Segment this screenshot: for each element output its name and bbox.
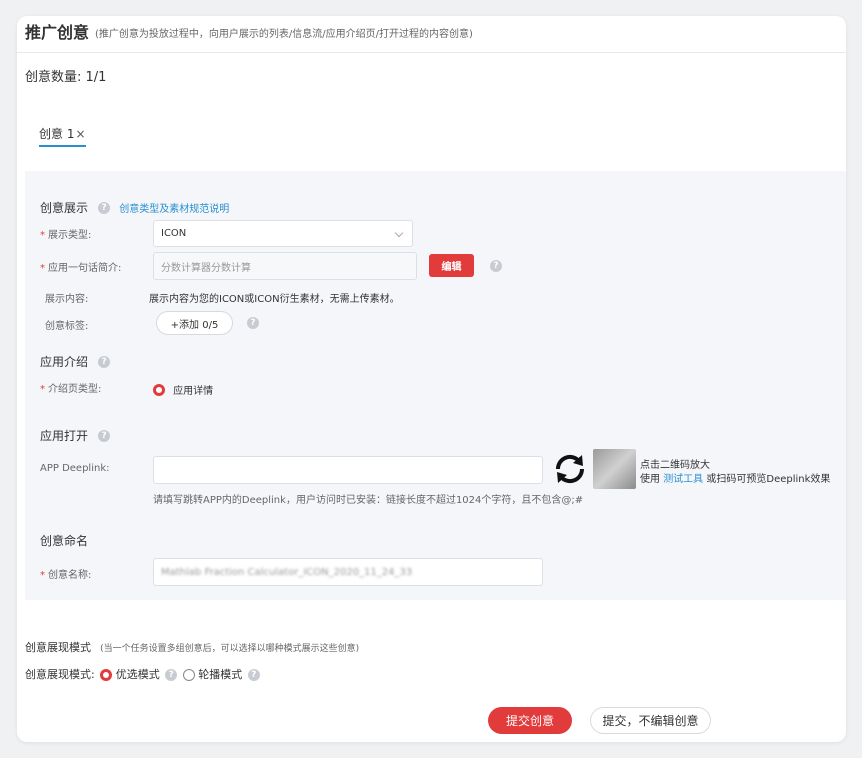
test-tool-link[interactable]: 测试工具 [663, 474, 703, 485]
help-icon[interactable]: ? [165, 669, 178, 681]
radio-selected-icon[interactable] [100, 669, 113, 681]
deeplink-input[interactable] [153, 456, 543, 484]
name-value: Mathlab Fraction Calculator_ICON_2020_11… [161, 566, 413, 578]
page-description: (推广创意为投放过程中，向用户展示的列表/信息流/应用介绍页/打开过程的内容创意… [95, 29, 473, 40]
display-type-label: * 展示类型: [40, 230, 92, 241]
tab-creative-1[interactable]: 创意 1× [39, 125, 86, 147]
submit-no-edit-button[interactable]: 提交，不编辑创意 [590, 707, 711, 734]
help-icon[interactable]: ? [98, 355, 111, 368]
open-section-title: 应用打开 ? [40, 425, 111, 444]
open-title: 应用打开 [40, 429, 89, 443]
display-section-title: 创意展示 ? 创意类型及素材规范说明 [40, 197, 229, 216]
intro-title: 应用介绍 [40, 355, 89, 369]
creative-panel: 创意展示 ? 创意类型及素材规范说明 * 展示类型: ICON * 应用一句话简介:… [25, 171, 846, 600]
tags-label: 创意标签: [45, 321, 89, 332]
mode-option-rotation[interactable]: 轮播模式 [198, 668, 242, 681]
tab-label: 创意 1 [39, 127, 75, 141]
qr-code-image[interactable] [593, 449, 636, 489]
display-title: 创意展示 [40, 201, 89, 215]
content-label: 展示内容: [45, 294, 89, 305]
qr-hint-1: 点击二维码放大 [640, 460, 710, 471]
mode-section-title: 创意展现模式 (当一个任务设置多组创意后，可以选择以哪种模式展示这些创意) [25, 636, 359, 655]
submit-button[interactable]: 提交创意 [488, 707, 572, 734]
mode-row: 创意展现模式: 优选模式 ? 轮播模式 ? [25, 666, 260, 682]
naming-title: 创意命名 [40, 534, 89, 548]
intro-value: 分数计算器分数计算 [161, 262, 251, 274]
page-type-radio[interactable]: 应用详情 [153, 379, 213, 398]
display-type-value: ICON [161, 228, 187, 239]
mode-description: (当一个任务设置多组创意后，可以选择以哪种模式展示这些创意) [100, 644, 360, 654]
mode-option-preferred[interactable]: 优选模式 [116, 668, 160, 681]
chevron-down-icon [394, 228, 404, 238]
mode-title: 创意展现模式 [25, 641, 91, 654]
deeplink-help: 请填写跳转APP内的Deeplink，用户访问时已安装：链接长度不超过1024个… [153, 495, 584, 506]
qr-hint-2: 使用 测试工具 或扫码可预览Deeplink效果 [640, 474, 831, 485]
intro-label: * 应用一句话简介: [40, 263, 122, 274]
help-icon[interactable]: ? [247, 669, 260, 681]
page-type-label: * 介绍页类型: [40, 384, 102, 395]
close-icon[interactable]: × [75, 127, 85, 141]
edit-button[interactable]: 编辑 [429, 254, 474, 277]
name-input[interactable]: Mathlab Fraction Calculator_ICON_2020_11… [153, 558, 543, 586]
name-label: * 创意名称: [40, 570, 92, 581]
help-icon[interactable]: ? [490, 260, 502, 272]
page-type-value: 应用详情 [173, 386, 214, 397]
creative-count: 创意数量: 1/1 [25, 70, 107, 85]
help-icon[interactable]: ? [98, 201, 111, 214]
card-header: 推广创意 (推广创意为投放过程中，向用户展示的列表/信息流/应用介绍页/打开过程… [17, 16, 846, 53]
mode-label: 创意展现模式: [25, 668, 95, 681]
content-value: 展示内容为您的ICON或ICON衍生素材，无需上传素材。 [149, 294, 400, 305]
creative-card: 推广创意 (推广创意为投放过程中，向用户展示的列表/信息流/应用介绍页/打开过程… [17, 16, 846, 742]
radio-selected-icon[interactable] [153, 383, 165, 396]
intro-input[interactable]: 分数计算器分数计算 [153, 252, 417, 280]
deeplink-label: APP Deeplink: [40, 463, 110, 474]
intro-section-title: 应用介绍 ? [40, 351, 111, 370]
add-tag-button[interactable]: +添加 0/5 [156, 311, 233, 335]
page-title: 推广创意 [25, 23, 90, 42]
help-icon[interactable]: ? [98, 429, 111, 442]
help-icon[interactable]: ? [247, 317, 259, 329]
radio-unselected-icon[interactable] [182, 669, 195, 681]
refresh-icon[interactable] [552, 451, 588, 487]
spec-link[interactable]: 创意类型及素材规范说明 [119, 204, 229, 215]
display-type-select[interactable]: ICON [153, 220, 413, 247]
